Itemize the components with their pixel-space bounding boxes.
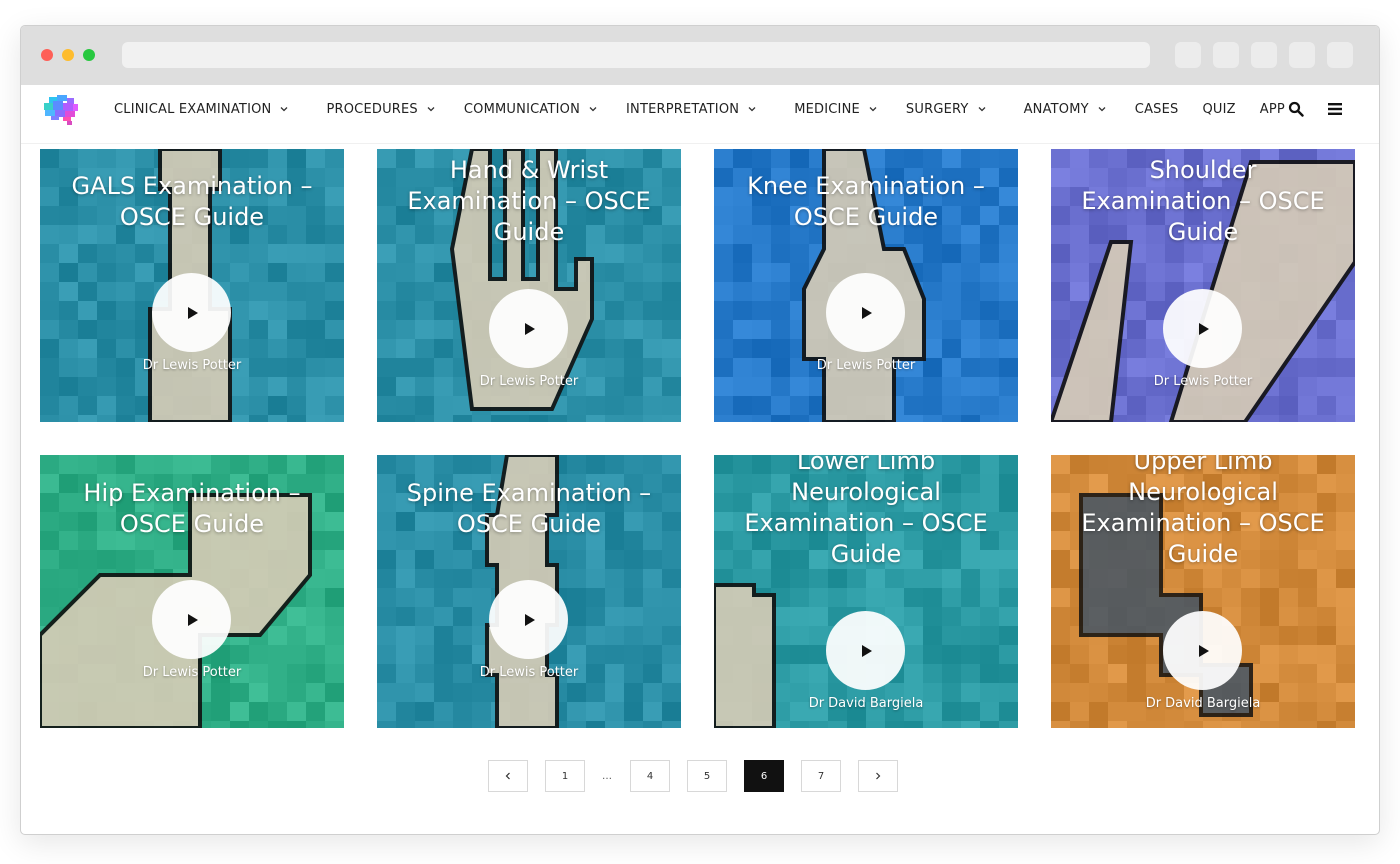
nav-item-label: COMMUNICATION [463,101,580,117]
page-6-button-current[interactable]: 6 [744,760,784,792]
play-button[interactable] [826,611,905,690]
play-icon [861,306,872,319]
nav-item-interpretation[interactable]: INTERPRETATION [626,102,757,117]
chevron-down-icon [1098,107,1106,112]
chevron-right-icon [876,772,881,780]
play-icon [1198,644,1209,657]
play-icon [187,613,198,626]
maximize-window-icon[interactable] [83,49,95,61]
chevron-down-icon [589,107,597,112]
nav-item-label: QUIZ [1202,101,1236,117]
nav-item-app[interactable]: APP [1260,102,1285,117]
chevron-down-icon [978,107,986,112]
nav-item-procedures[interactable]: PROCEDURES [326,102,435,117]
chevron-down-icon [281,107,288,112]
search-icon[interactable] [1288,101,1304,117]
nav-item-medicine[interactable]: MEDICINE [794,102,878,117]
nav-item-label: APP [1259,101,1285,117]
guide-card[interactable]: Spine Examination – OSCE Guide Dr Lewis P… [377,455,681,728]
nav-item-clinical-examination[interactable]: CLINICAL EXAMINATION [114,102,289,117]
guide-card[interactable]: Lower Limb Neurological Examination – OS… [714,455,1018,728]
card-title[interactable]: Shoulder Examination – OSCE Guide [1071,155,1335,248]
guide-card[interactable]: GALS Examination – OSCE Guide Dr Lewis Po… [40,149,344,422]
card-title[interactable]: Upper Limb Neurological Examination – OS… [1071,455,1335,570]
card-author: Dr Lewis Potter [1153,374,1253,389]
play-button[interactable] [152,580,231,659]
card-author: Dr Lewis Potter [142,665,242,680]
card-title[interactable]: Spine Examination – OSCE Guide [397,478,661,540]
nav-item-quiz[interactable]: QUIZ [1203,102,1236,117]
browser-toolbar [21,26,1379,85]
nav-item-communication[interactable]: COMMUNICATION [464,102,598,117]
card-author: Dr David Bargiela [1145,696,1261,711]
card-author: Dr Lewis Potter [479,665,579,680]
card-title[interactable]: GALS Examination – OSCE Guide [60,171,324,233]
next-page-button[interactable] [858,760,898,792]
nav-item-label: CASES [1134,101,1179,117]
play-button[interactable] [1163,611,1242,690]
toolbar-button[interactable] [1289,42,1315,68]
toolbar-button[interactable] [1251,42,1277,68]
chevron-down-icon [869,107,877,112]
pagination-ellipsis: … [602,770,612,782]
hamburger-menu-icon[interactable] [1327,101,1343,117]
nav-item-label: CLINICAL EXAMINATION [114,101,272,117]
page-5-button[interactable]: 5 [687,760,727,792]
card-author: Dr Lewis Potter [816,358,916,373]
play-button[interactable] [826,273,905,352]
guide-card[interactable]: Shoulder Examination – OSCE Guide Dr Lewi… [1051,149,1355,422]
play-icon [524,322,535,335]
play-icon [1198,322,1209,335]
card-title[interactable]: Hip Examination – OSCE Guide [60,478,324,540]
close-window-icon[interactable] [41,49,53,61]
nav-item-label: MEDICINE [794,101,860,117]
card-title[interactable]: Lower Limb Neurological Examination – OS… [734,455,998,570]
play-icon [861,644,872,657]
play-button[interactable] [152,273,231,352]
chevron-left-icon [505,772,510,780]
nav-item-label: SURGERY [905,101,969,117]
nav-item-anatomy[interactable]: ANATOMY [1024,102,1107,117]
card-title[interactable]: Knee Examination – OSCE Guide [734,171,998,233]
toolbar-button[interactable] [1327,42,1353,68]
site-navigation: CLINICAL EXAMINATION PROCEDURES COMMUNICAT… [21,85,1379,144]
page-1-button[interactable]: 1 [545,760,585,792]
play-icon [524,613,535,626]
nav-item-label: INTERPRETATION [626,101,740,117]
minimize-window-icon[interactable] [62,49,74,61]
brain-logo-icon[interactable] [41,95,79,125]
play-button[interactable] [489,289,568,368]
page-7-button[interactable]: 7 [801,760,841,792]
card-author: Dr Lewis Potter [142,358,242,373]
page-4-button[interactable]: 4 [630,760,670,792]
nav-item-surgery[interactable]: SURGERY [906,102,987,117]
nav-item-cases[interactable]: CASES [1135,102,1179,117]
card-title[interactable]: Hand & Wrist Examination – OSCE Guide [397,155,661,248]
play-button[interactable] [489,580,568,659]
guide-card[interactable]: Hand & Wrist Examination – OSCE Guide Dr … [377,149,681,422]
guide-card[interactable]: Upper Limb Neurological Examination – OS… [1051,455,1355,728]
card-author: Dr Lewis Potter [479,374,579,389]
toolbar-button[interactable] [1213,42,1239,68]
nav-item-label: ANATOMY [1023,101,1089,117]
chevron-down-icon [427,107,435,112]
play-icon [187,306,198,319]
pagination: 1 … 4 5 6 7 [0,760,1400,792]
chevron-down-icon [748,107,756,112]
address-bar[interactable] [122,42,1150,68]
main-menu: CLINICAL EXAMINATION PROCEDURES COMMUNICAT… [114,85,1285,133]
guide-card[interactable]: Hip Examination – OSCE Guide Dr Lewis Pot… [40,455,344,728]
guide-card[interactable]: Knee Examination – OSCE Guide Dr Lewis Po… [714,149,1018,422]
card-author: Dr David Bargiela [808,696,924,711]
previous-page-button[interactable] [488,760,528,792]
toolbar-button[interactable] [1175,42,1201,68]
play-button[interactable] [1163,289,1242,368]
nav-item-label: PROCEDURES [326,101,418,117]
